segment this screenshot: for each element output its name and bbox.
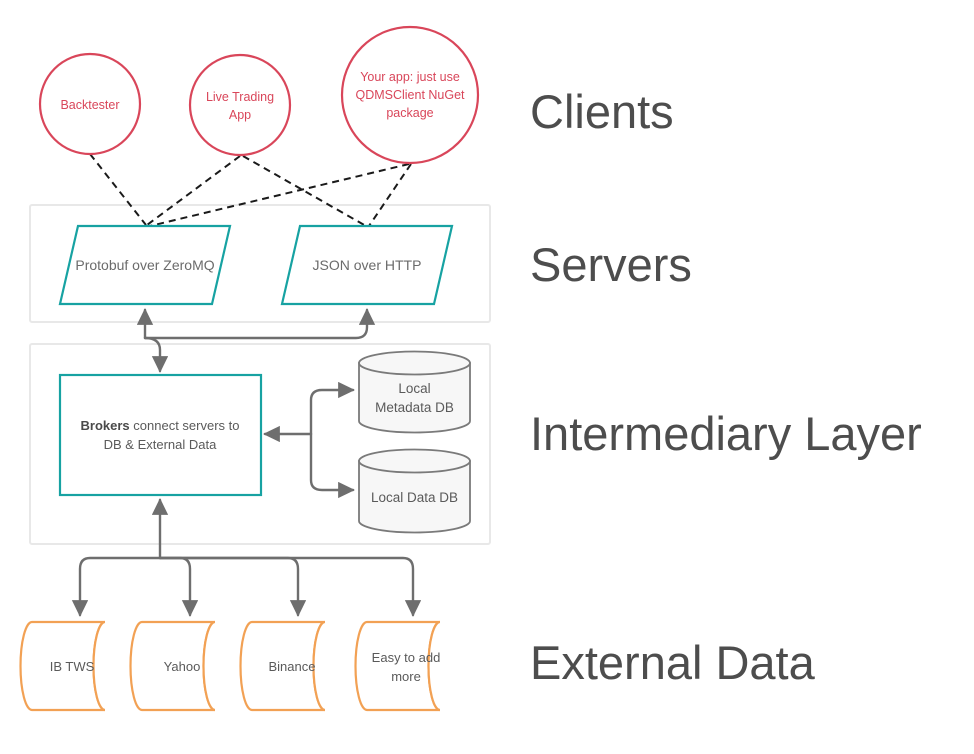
backtester-label: Backtester bbox=[60, 98, 119, 112]
client-backtester[interactable]: Backtester bbox=[38, 52, 142, 156]
architecture-diagram: Backtester Live Trading App Your app: ju… bbox=[0, 0, 974, 754]
client-live-trading-app[interactable]: Live Trading App bbox=[188, 53, 292, 157]
db-local-data[interactable]: Local Data DB bbox=[358, 448, 471, 534]
local-metadata-db-label-line2: Metadata DB bbox=[375, 400, 454, 415]
architecture-canvas: Backtester Live Trading App Your app: ju… bbox=[19, 25, 922, 712]
external-yahoo[interactable]: Yahoo bbox=[129, 620, 216, 712]
local-data-db-label: Local Data DB bbox=[371, 490, 458, 505]
section-title-external-data: External Data bbox=[530, 636, 816, 689]
yahoo-label: Yahoo bbox=[164, 659, 201, 674]
brokers-box[interactable] bbox=[58, 373, 263, 497]
server-protobuf-zeromq[interactable]: Protobuf over ZeroMQ bbox=[58, 224, 232, 306]
external-binance[interactable]: Binance bbox=[239, 620, 326, 712]
protobuf-zeromq-label: Protobuf over ZeroMQ bbox=[75, 257, 214, 273]
your-app-label-line3: package bbox=[386, 106, 433, 120]
external-ib-tws[interactable]: IB TWS bbox=[19, 620, 106, 712]
your-app-label-line1: Your app: just use bbox=[360, 70, 460, 84]
brokers-rest-text: connect servers to bbox=[130, 418, 240, 433]
your-app-label-line2: QDMSClient NuGet bbox=[355, 88, 465, 102]
section-title-intermediary-layer: Intermediary Layer bbox=[530, 407, 922, 460]
arrow-brokers-to-binance bbox=[158, 556, 307, 617]
live-trading-app-label-line2: App bbox=[229, 108, 251, 122]
brokers-label-line1: Brokers connect servers to bbox=[81, 418, 240, 433]
external-easy-to-add-more[interactable]: Easy to add more bbox=[354, 620, 441, 712]
live-trading-app-circle[interactable] bbox=[188, 53, 292, 157]
server-json-http[interactable]: JSON over HTTP bbox=[280, 224, 454, 306]
arrow-brokers-to-yahoo bbox=[158, 556, 199, 617]
db-local-metadata[interactable]: Local Metadata DB bbox=[358, 350, 471, 434]
easy-to-add-more-label-line1: Easy to add bbox=[372, 650, 441, 665]
local-metadata-db-top bbox=[358, 350, 471, 376]
client-your-app[interactable]: Your app: just use QDMSClient NuGet pack… bbox=[340, 25, 480, 165]
brokers-node[interactable]: Brokers connect servers to DB & External… bbox=[58, 373, 263, 497]
section-title-servers: Servers bbox=[530, 238, 692, 291]
local-metadata-db-label-line1: Local bbox=[398, 381, 430, 396]
arrow-brokers-to-ibtws bbox=[71, 556, 162, 617]
brokers-bold-word: Brokers bbox=[81, 418, 130, 433]
json-http-label: JSON over HTTP bbox=[313, 257, 422, 273]
easy-to-add-more-label-line2: more bbox=[391, 669, 421, 684]
easy-to-add-more-body[interactable] bbox=[354, 620, 441, 712]
arrow-brokers-to-easy-add-more bbox=[158, 556, 422, 617]
binance-label: Binance bbox=[269, 659, 316, 674]
live-trading-app-label-line1: Live Trading bbox=[206, 90, 274, 104]
ib-tws-label: IB TWS bbox=[50, 659, 95, 674]
brokers-label-line2: DB & External Data bbox=[104, 437, 217, 452]
section-title-clients: Clients bbox=[530, 85, 674, 138]
local-data-db-top bbox=[358, 448, 471, 474]
